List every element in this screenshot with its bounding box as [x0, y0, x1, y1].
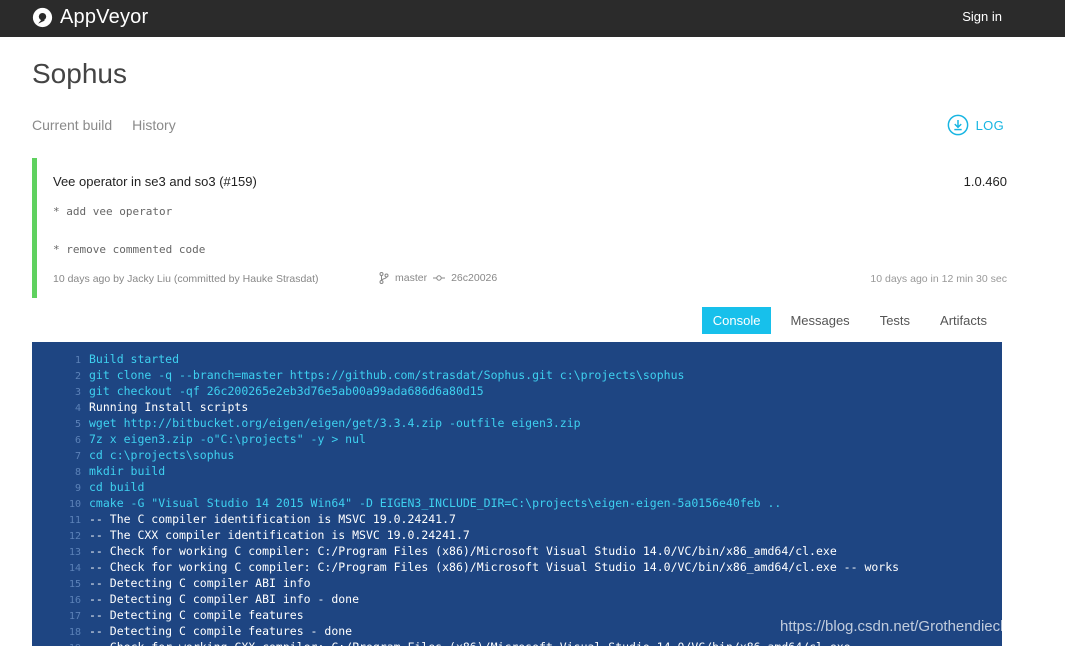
log-download-button[interactable]: LOG — [947, 114, 1004, 136]
console-line-text: -- The C compiler identification is MSVC… — [89, 512, 456, 526]
console-line-text: cd build — [89, 480, 145, 494]
console-line: 8 mkdir build — [32, 463, 1002, 479]
tab-artifacts[interactable]: Artifacts — [940, 307, 987, 334]
console-line: 15 -- Detecting C compiler ABI info — [32, 575, 1002, 591]
console-line-text: -- Check for working C compiler: C:/Prog… — [89, 544, 837, 558]
top-navbar: AppVeyor Sign in — [0, 0, 1065, 37]
build-tabs: Console Messages Tests Artifacts — [701, 307, 1002, 334]
build-version: 1.0.460 — [963, 174, 1007, 189]
console-line: 12 -- The CXX compiler identification is … — [32, 527, 1002, 543]
build-summary-card: Vee operator in se3 and so3 (#159) 1.0.4… — [32, 158, 1007, 298]
console-line: 14 -- Check for working C compiler: C:/Pr… — [32, 559, 1002, 575]
console-line: 13 -- Check for working C compiler: C:/Pr… — [32, 543, 1002, 559]
console-line-text: -- Detecting C compile features — [89, 608, 304, 622]
console-line: 16 -- Detecting C compiler ABI info - don… — [32, 591, 1002, 607]
console-line-text: cd c:\projects\sophus — [89, 448, 235, 462]
console-line: 19 -- Check for working CXX compiler: C:/… — [32, 639, 1002, 646]
console-line: 2 git clone -q --branch=master https://gi… — [32, 367, 1002, 383]
tab-messages[interactable]: Messages — [790, 307, 849, 334]
project-nav: Current build History — [32, 117, 196, 133]
console-line: 1 Build started — [32, 351, 1002, 367]
console-line-text: -- Check for working CXX compiler: C:/Pr… — [89, 640, 851, 646]
tab-tests[interactable]: Tests — [880, 307, 910, 334]
console-lines: 1 Build started 2 git clone -q --branch=mas… — [32, 351, 1002, 646]
console-line: 7 cd c:\projects\sophus — [32, 447, 1002, 463]
console-line-text: 7z x eigen3.zip -o"C:\projects" -y > nul — [89, 432, 366, 446]
console-line-number: 19 — [32, 641, 81, 646]
branch-commit-info: master 26c20026 — [379, 272, 497, 284]
tab-console[interactable]: Console — [701, 307, 772, 334]
watermark-text: https://blog.csdn.net/Grothendieck_ouc — [780, 618, 1041, 635]
build-duration: 10 days ago in 12 min 30 sec — [870, 273, 1007, 285]
console-line: 3 git checkout -qf 26c200265e2eb3d76e5ab0… — [32, 383, 1002, 399]
console-line-text: Build started — [89, 352, 180, 366]
console-line-text: cmake -G "Visual Studio 14 2015 Win64" -… — [89, 496, 782, 510]
nav-current-build[interactable]: Current build — [32, 117, 112, 133]
console-line-text: mkdir build — [89, 464, 166, 478]
console-line-text: -- The CXX compiler identification is MS… — [89, 528, 470, 542]
console-line: 4 Running Install scripts — [32, 399, 1002, 415]
project-title: Sophus — [32, 58, 127, 89]
brand-link[interactable]: AppVeyor — [32, 5, 148, 29]
brand-name: AppVeyor — [60, 5, 149, 28]
console-line-text: -- Detecting C compiler ABI info — [89, 576, 311, 590]
branch-name[interactable]: master — [395, 272, 427, 284]
appveyor-logo-icon — [32, 7, 53, 27]
console-line-text: -- Detecting C compiler ABI info - done — [89, 592, 360, 606]
build-author-meta: 10 days ago by Jacky Liu (committed by H… — [53, 273, 319, 285]
build-title: Vee operator in se3 and so3 (#159) — [53, 174, 257, 189]
console-line-text: git checkout -qf 26c200265e2eb3d76e5ab00… — [89, 384, 484, 398]
console-line-text: -- Detecting C compile features - done — [89, 624, 353, 638]
nav-history[interactable]: History — [132, 117, 176, 133]
console-line-text: -- Check for working C compiler: C:/Prog… — [89, 560, 900, 574]
console-output[interactable]: 1 Build started 2 git clone -q --branch=mas… — [32, 342, 1002, 646]
console-line: 10 cmake -G "Visual Studio 14 2015 Win64"… — [32, 495, 1002, 511]
commit-message-line: * remove commented code — [53, 243, 206, 256]
console-line: 9 cd build — [32, 479, 1002, 495]
console-line-text: wget http://bitbucket.org/eigen/eigen/ge… — [89, 416, 581, 430]
log-label: LOG — [975, 117, 1004, 133]
git-commit-icon — [433, 275, 446, 281]
download-circle-icon — [947, 114, 968, 136]
commit-hash[interactable]: 26c20026 — [451, 272, 497, 284]
console-line-text: Running Install scripts — [89, 400, 249, 414]
console-line: 6 7z x eigen3.zip -o"C:\projects" -y > nu… — [32, 431, 1002, 447]
console-line: 5 wget http://bitbucket.org/eigen/eigen/g… — [32, 415, 1002, 431]
console-line: 11 -- The C compiler identification is MS… — [32, 511, 1002, 527]
sign-in-link[interactable]: Sign in — [962, 9, 1002, 24]
console-line-text: git clone -q --branch=master https://git… — [89, 368, 685, 382]
git-branch-icon — [379, 272, 389, 284]
commit-message-line: * add vee operator — [53, 205, 173, 218]
